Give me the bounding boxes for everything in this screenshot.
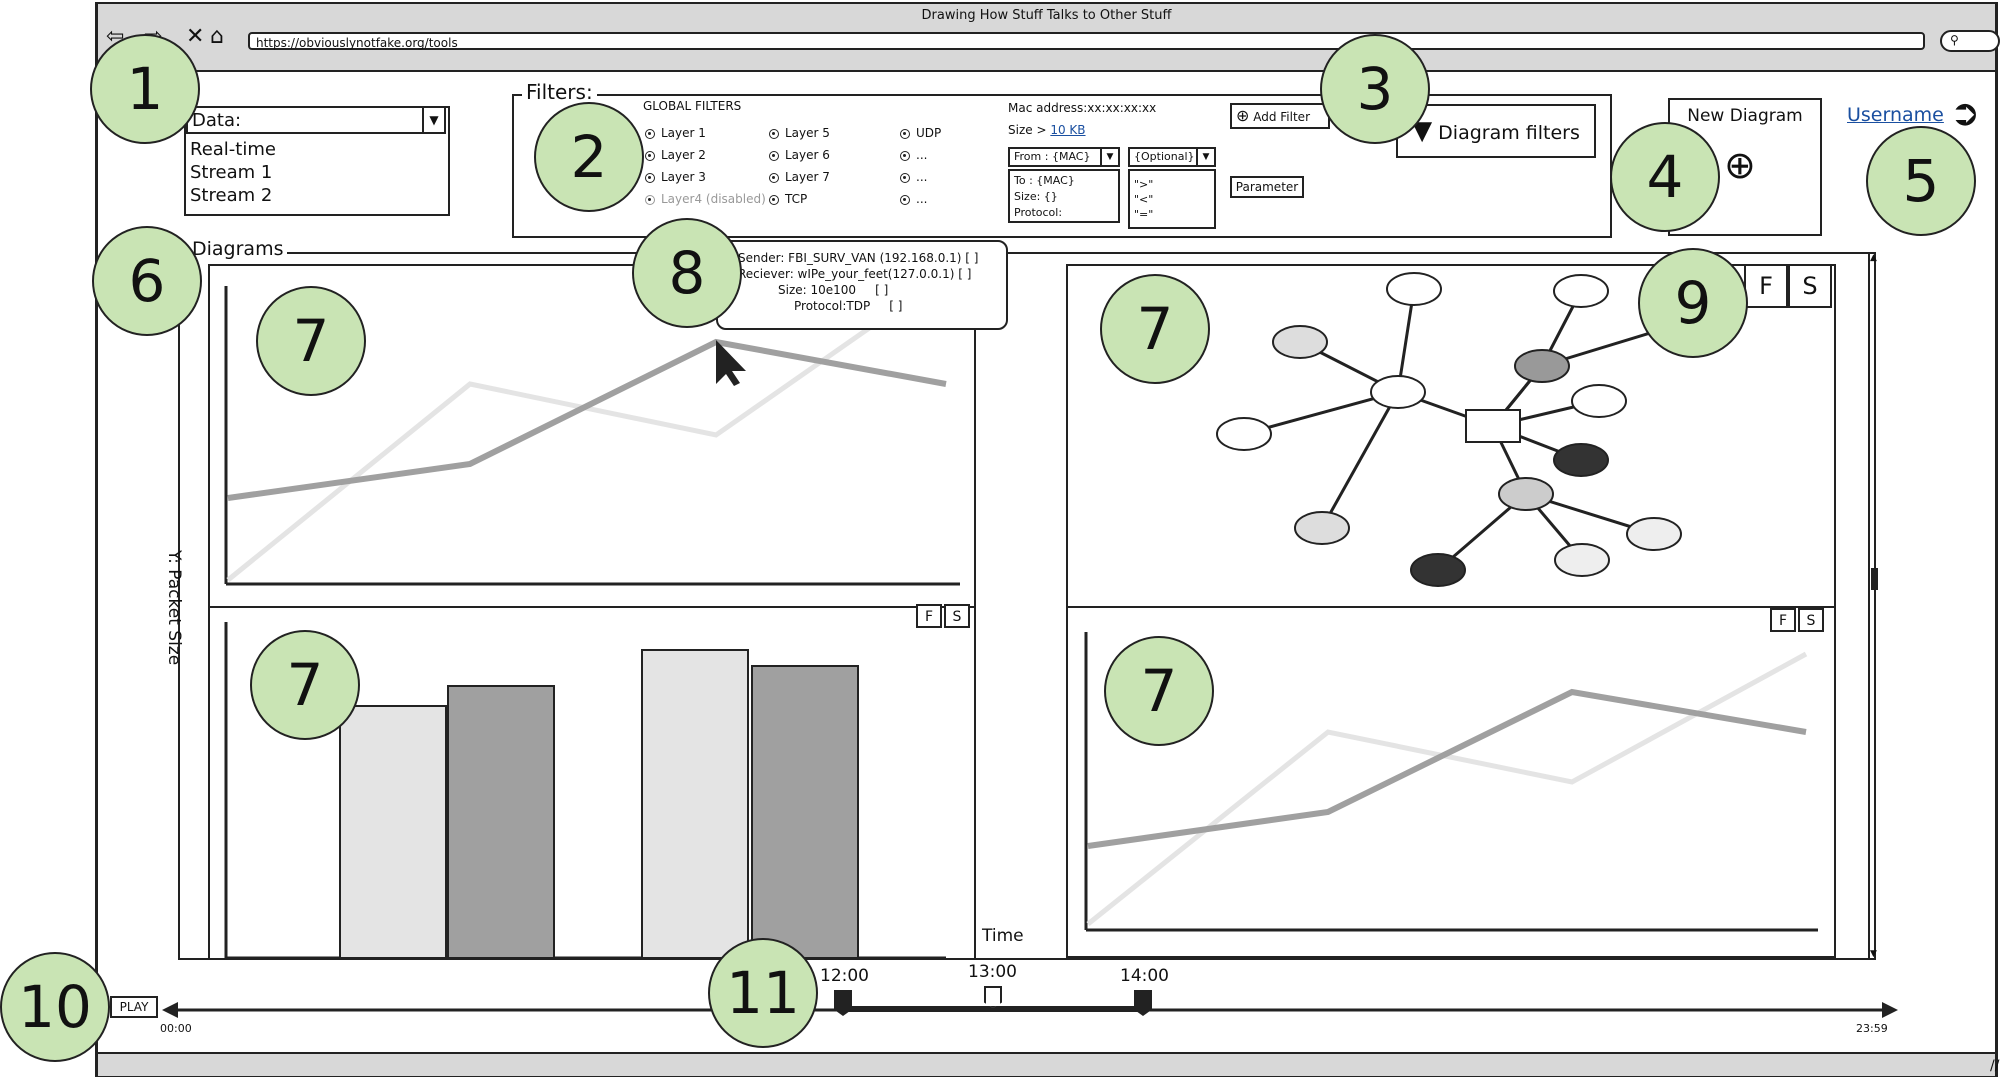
tooltip-sender: Sender: FBI_SURV_VAN (192.168.0.1) [ ]: [738, 251, 979, 265]
timeline-mark-1300: 13:00: [968, 962, 1017, 982]
fullscreen-button[interactable]: F: [1744, 264, 1788, 308]
mouse-pointer-icon: [716, 340, 746, 386]
graph-node: [1626, 517, 1682, 551]
graph-node: [1498, 477, 1554, 511]
graph-node-square: [1465, 409, 1521, 443]
tooltip-protocol: Protocol:TDP [ ]: [794, 299, 903, 313]
graph-node: [1386, 272, 1442, 306]
graph-node: [1272, 325, 1328, 359]
graph-node: [1370, 375, 1426, 409]
graph-node: [1553, 443, 1609, 477]
callout-9: 9: [1638, 248, 1748, 358]
bar: [751, 665, 859, 959]
fullscreen-button[interactable]: F: [916, 604, 942, 628]
tooltip-size: Size: 10e100 [ ]: [778, 283, 889, 297]
packet-tooltip: Sender: FBI_SURV_VAN (192.168.0.1) [ ] R…: [716, 240, 1008, 330]
graph-edge: [1320, 391, 1400, 529]
play-button[interactable]: PLAY: [110, 996, 158, 1018]
graph-node: [1410, 553, 1466, 587]
bar: [641, 649, 749, 959]
settings-button[interactable]: S: [944, 604, 970, 628]
timeline-start: 00:00: [160, 1022, 192, 1035]
callout-11: 11: [708, 938, 818, 1048]
callout-8: 8: [632, 218, 742, 328]
callout-7: 7: [250, 630, 360, 740]
graph-node: [1553, 274, 1609, 308]
callout-6: 6: [92, 226, 202, 336]
settings-button[interactable]: S: [1788, 264, 1832, 308]
callout-4: 4: [1610, 122, 1720, 232]
graph-node: [1514, 349, 1570, 383]
timeline-end: 23:59: [1856, 1022, 1888, 1035]
callout-7: 7: [1100, 274, 1210, 384]
callout-7: 7: [1104, 636, 1214, 746]
callout-1: 1: [90, 34, 200, 144]
timeline-track[interactable]: [162, 998, 1902, 1022]
callout-2: 2: [534, 102, 644, 212]
fullscreen-button[interactable]: F: [1770, 608, 1796, 632]
callout-10: 10: [0, 952, 110, 1062]
timeline-mark-1200: 12:00: [820, 966, 869, 986]
graph-node: [1554, 543, 1610, 577]
graph-node: [1571, 384, 1627, 418]
graph-node: [1216, 417, 1272, 451]
callout-5: 5: [1866, 126, 1976, 236]
timeline-mark-1400: 14:00: [1120, 966, 1169, 986]
bar: [339, 705, 447, 959]
settings-button[interactable]: S: [1798, 608, 1824, 632]
callout-7: 7: [256, 286, 366, 396]
bar: [447, 685, 555, 959]
tooltip-receiver: Reciever: wIPe_your_feet(127.0.0.1) [ ]: [738, 267, 972, 281]
graph-node: [1294, 511, 1350, 545]
callout-3: 3: [1320, 34, 1430, 144]
